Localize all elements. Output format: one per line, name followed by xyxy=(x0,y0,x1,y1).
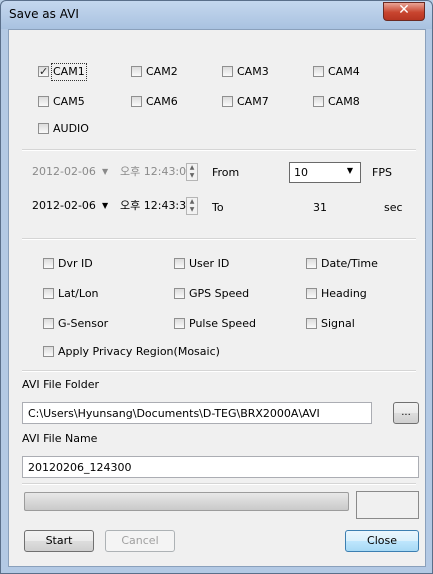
separator xyxy=(22,370,416,372)
checkbox-label: CAM5 xyxy=(53,95,85,108)
checkbox-label: Apply Privacy Region(Mosaic) xyxy=(58,345,220,358)
chevron-down-icon: ▼ xyxy=(346,166,353,175)
checkbox-box[interactable] xyxy=(313,96,324,107)
spin-down-icon[interactable]: ▼ xyxy=(187,206,197,214)
checkbox-label: User ID xyxy=(189,257,230,270)
window-close-button[interactable]: ✕ xyxy=(383,2,425,21)
folder-path-value: C:\Users\Hyunsang\Documents\D-TEG\BRX200… xyxy=(28,407,320,420)
window-title: Save as AVI xyxy=(9,7,79,21)
folder-path-field[interactable]: C:\Users\Hyunsang\Documents\D-TEG\BRX200… xyxy=(22,402,372,424)
separator xyxy=(22,149,416,151)
from-date-dropdown-icon[interactable]: ▼ xyxy=(102,162,108,182)
checkbox-label: CAM8 xyxy=(328,95,360,108)
checkbox-label: GPS Speed xyxy=(189,287,250,300)
checkbox-label: Signal xyxy=(321,317,355,330)
checkbox-label: CAM3 xyxy=(237,65,269,78)
filename-value: 20120206_124300 xyxy=(28,461,132,474)
duration-unit: sec xyxy=(384,201,403,214)
checkbox-box[interactable] xyxy=(43,288,54,299)
to-label: To xyxy=(212,201,224,214)
checkbox-box[interactable] xyxy=(222,66,233,77)
checkbox-box[interactable] xyxy=(222,96,233,107)
filename-label: AVI File Name xyxy=(22,432,98,445)
close-button[interactable]: Close xyxy=(345,530,419,552)
checkbox-label: CAM2 xyxy=(146,65,178,78)
checkbox-label: AUDIO xyxy=(53,122,89,135)
dialog-body: CAM1 CAM2 CAM3 CAM4 CAM5 CAM6 CAM7 CAM8 xyxy=(8,29,426,567)
checkbox-box[interactable] xyxy=(306,258,317,269)
start-button[interactable]: Start xyxy=(24,530,94,552)
checkbox-label: CAM7 xyxy=(237,95,269,108)
checkbox-box[interactable] xyxy=(38,123,49,134)
save-as-avi-window: Save as AVI ✕ CAM1 CAM2 CAM3 CAM4 CAM5 xyxy=(0,0,433,574)
checkbox-box[interactable] xyxy=(131,66,142,77)
checkbox-label: Heading xyxy=(321,287,367,300)
browse-folder-button[interactable]: ... xyxy=(393,402,419,424)
close-icon: ✕ xyxy=(398,2,410,18)
checkbox-box[interactable] xyxy=(306,288,317,299)
cancel-button[interactable]: Cancel xyxy=(105,530,175,552)
duration-value: 31 xyxy=(313,201,327,214)
checkbox-box[interactable] xyxy=(174,318,185,329)
fps-value: 10 xyxy=(294,166,308,179)
checkbox-box[interactable] xyxy=(43,346,54,357)
checkbox-label: CAM4 xyxy=(328,65,360,78)
checkbox-box[interactable] xyxy=(174,288,185,299)
checkbox-box[interactable] xyxy=(43,318,54,329)
from-label: From xyxy=(212,166,240,179)
checkbox-box[interactable] xyxy=(38,64,49,80)
to-date-dropdown-icon[interactable]: ▼ xyxy=(102,196,108,216)
export-progress-bar xyxy=(24,492,349,511)
progress-percent-box xyxy=(356,491,419,519)
from-time-spinner[interactable]: ▲ ▼ xyxy=(186,163,198,181)
filename-field[interactable]: 20120206_124300 xyxy=(22,456,419,478)
checkbox-box[interactable] xyxy=(38,96,49,107)
spin-up-icon[interactable]: ▲ xyxy=(187,198,197,206)
checkbox-label: Pulse Speed xyxy=(189,317,256,330)
checkbox-box[interactable] xyxy=(313,66,324,77)
checkbox-label: Dvr ID xyxy=(58,257,93,270)
to-time-spinner[interactable]: ▲ ▼ xyxy=(186,197,198,215)
from-time-value[interactable]: 오후 12:43:00 xyxy=(120,162,193,182)
to-date-value: 2012-02-06 xyxy=(32,199,96,212)
checkbox-box[interactable] xyxy=(174,258,185,269)
checkbox-label: CAM6 xyxy=(146,95,178,108)
separator xyxy=(22,483,416,485)
folder-label: AVI File Folder xyxy=(22,378,99,391)
checkbox-label: CAM1 xyxy=(51,63,87,81)
checkbox-box[interactable] xyxy=(131,96,142,107)
from-date-value: 2012-02-06 xyxy=(32,165,96,178)
checkbox-box[interactable] xyxy=(43,258,54,269)
title-bar[interactable]: Save as AVI ✕ xyxy=(1,1,432,29)
fps-unit: FPS xyxy=(372,166,392,179)
separator xyxy=(22,238,416,240)
spin-up-icon[interactable]: ▲ xyxy=(187,164,197,172)
spin-down-icon[interactable]: ▼ xyxy=(187,172,197,180)
to-time-value[interactable]: 오후 12:43:30 xyxy=(120,196,193,216)
checkbox-label: Date/Time xyxy=(321,257,378,270)
checkbox-label: G-Sensor xyxy=(58,317,109,330)
checkbox-label: Lat/Lon xyxy=(58,287,99,300)
checkbox-box[interactable] xyxy=(306,318,317,329)
fps-select[interactable]: 10 ▼ xyxy=(289,162,361,183)
